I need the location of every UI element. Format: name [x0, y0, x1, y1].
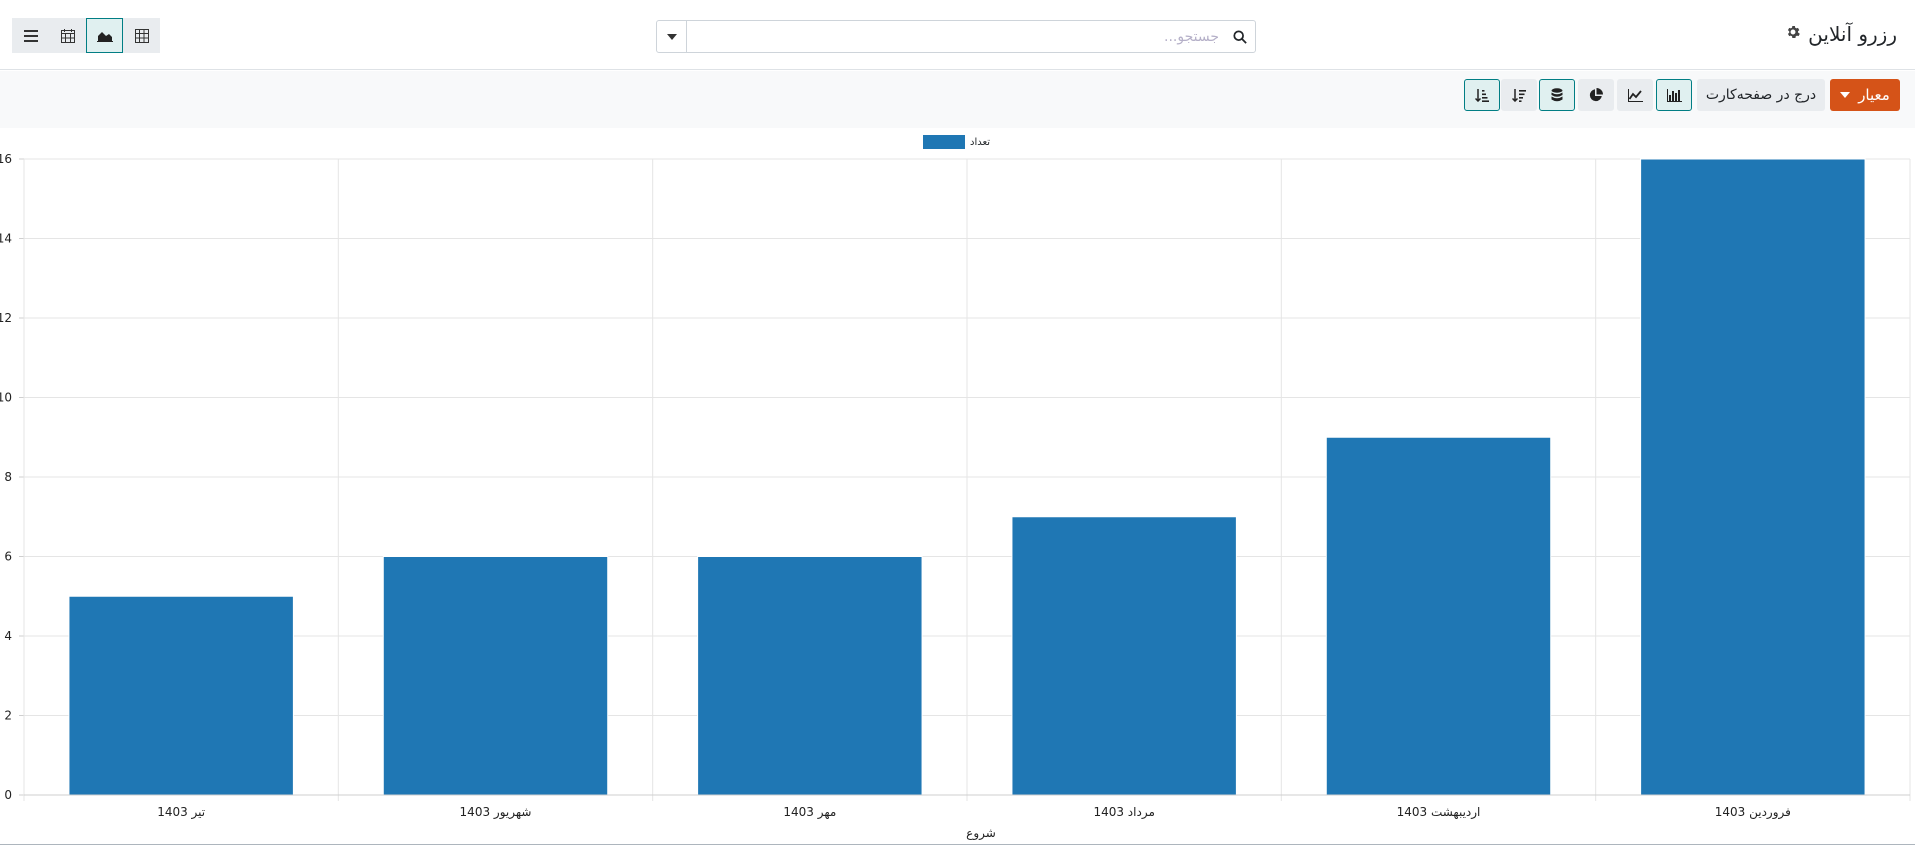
database-icon [1551, 88, 1563, 102]
sort-descending-icon [1512, 89, 1526, 102]
y-tick-label: 4 [4, 629, 12, 643]
table-grid-icon [134, 28, 149, 43]
sort-descending-button[interactable] [1501, 79, 1537, 111]
y-tick-label: 2 [4, 709, 12, 723]
search-bar [656, 20, 1256, 53]
x-axis-title: شروع [966, 826, 996, 841]
pivot-view-button[interactable] [123, 18, 160, 53]
chart-svg: 0 2 4 6 8 10 12 14 16 فروردین 1403 اردیبهشت 1403 مر… [0, 152, 1911, 841]
sort-ascending-icon [1475, 89, 1489, 102]
page-bottom-border [0, 844, 1915, 845]
bar [382, 556, 609, 796]
graph-control-bar: معیار درج در صفحه‌کارت [0, 71, 1915, 128]
insert-in-spreadsheet-button[interactable]: درج در صفحه‌کارت [1697, 79, 1825, 111]
page-title[interactable]: رزرو آنلاین [1808, 22, 1897, 46]
list-icon [23, 29, 38, 42]
bar-chart-icon [1666, 88, 1682, 102]
area-chart-icon [96, 31, 113, 42]
y-tick-label: 6 [4, 550, 12, 564]
graph-view-button[interactable] [86, 18, 123, 53]
search-options-toggle[interactable] [657, 21, 687, 52]
search-input[interactable] [687, 21, 1225, 52]
y-tick-label: 0 [4, 788, 12, 802]
pie-chart-icon [1589, 88, 1603, 102]
insert-label: درج در صفحه‌کارت [1705, 87, 1817, 103]
control-panel: رزرو آنلاین [0, 0, 1915, 70]
bar-chart-button[interactable] [1656, 79, 1692, 111]
measure-button[interactable]: معیار [1830, 79, 1900, 111]
x-tick-label: شهریور 1403 [460, 805, 532, 820]
gear-icon[interactable] [1786, 25, 1800, 43]
pie-chart-button[interactable] [1578, 79, 1614, 111]
calendar-icon [60, 28, 75, 43]
x-tick-label: فروردین 1403 [1715, 805, 1791, 820]
y-tick-label: 14 [0, 232, 12, 246]
x-tick-label: اردیبهشت 1403 [1397, 805, 1481, 820]
calendar-view-button[interactable] [49, 18, 86, 53]
search-icon[interactable] [1225, 21, 1255, 52]
caret-down-icon [1840, 92, 1851, 98]
bar [1325, 436, 1552, 796]
y-tick-label: 12 [0, 311, 12, 325]
y-tick-label: 10 [0, 391, 12, 405]
x-tick-label: مهر 1403 [783, 805, 836, 820]
y-tick-label: 16 [0, 152, 12, 166]
breadcrumb: رزرو آنلاین [1786, 22, 1897, 46]
x-tick-label: تیر 1403 [157, 805, 205, 820]
sort-ascending-button[interactable] [1464, 79, 1500, 111]
y-tick-label: 8 [4, 470, 12, 484]
x-tick-label: مرداد 1403 [1093, 805, 1154, 820]
bar [68, 595, 294, 796]
bar [1011, 516, 1237, 796]
line-chart-icon [1627, 88, 1643, 102]
list-view-button[interactable] [12, 18, 49, 53]
stacked-button[interactable] [1539, 79, 1575, 111]
caret-down-icon [666, 33, 677, 40]
graph-chart: تعداد 0 2 4 6 8 10 12 14 16 فروردین 1403 اردیبهشت … [0, 128, 1915, 848]
measure-label: معیار [1858, 86, 1890, 104]
view-switcher [12, 18, 160, 53]
bar [1640, 158, 1866, 796]
line-chart-button[interactable] [1617, 79, 1653, 111]
bar [697, 556, 923, 796]
